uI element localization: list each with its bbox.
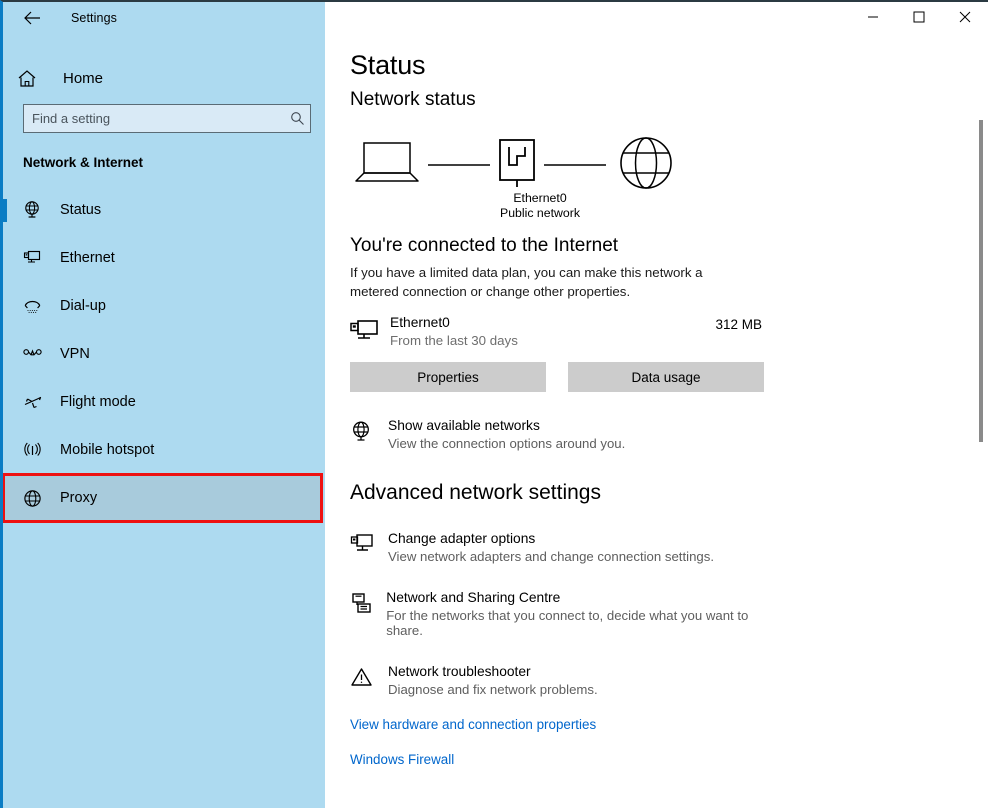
action-buttons: Properties Data usage: [350, 362, 988, 392]
search-icon[interactable]: [284, 111, 310, 126]
change-adapter-options-item[interactable]: Change adapter options View network adap…: [350, 531, 770, 564]
sidebar: Settings Home Network & Internet: [3, 2, 325, 808]
show-available-networks-subtitle: View the connection options around you.: [388, 436, 625, 451]
sidebar-item-proxy[interactable]: Proxy: [3, 474, 322, 522]
back-arrow-icon: [24, 11, 41, 25]
sidebar-category-title: Network & Internet: [23, 155, 325, 170]
hotspot-icon: [17, 440, 47, 461]
close-button[interactable]: [942, 2, 988, 32]
search-box[interactable]: [23, 104, 311, 133]
network-sharing-centre-subtitle: For the networks that you connect to, de…: [386, 608, 770, 638]
globe-icon: [350, 418, 388, 449]
sidebar-item-vpn[interactable]: VPN: [3, 330, 325, 378]
ethernet-monitor-icon: [350, 315, 390, 348]
settings-window: Settings Home Network & Internet: [0, 0, 988, 808]
change-adapter-options-subtitle: View network adapters and change connect…: [388, 549, 714, 564]
sidebar-item-dialup-label: Dial-up: [60, 298, 106, 314]
search-input[interactable]: [24, 111, 284, 126]
change-adapter-options-text: Change adapter options View network adap…: [388, 531, 714, 564]
maximize-button[interactable]: [896, 2, 942, 32]
sidebar-item-status-label: Status: [60, 202, 101, 218]
connection-description: If you have a limited data plan, you can…: [350, 263, 735, 301]
minimize-button[interactable]: [850, 2, 896, 32]
adapter-name: Ethernet0: [390, 315, 715, 330]
show-available-networks-item[interactable]: Show available networks View the connect…: [350, 418, 770, 451]
home-icon: [17, 69, 51, 88]
sidebar-item-dialup[interactable]: Dial-up: [3, 282, 325, 330]
sidebar-item-ethernet[interactable]: Ethernet: [3, 234, 325, 282]
connection-heading: You're connected to the Internet: [350, 235, 988, 257]
adapter-period: From the last 30 days: [390, 333, 715, 348]
network-diagram: Ethernet0 Public network: [350, 135, 988, 223]
network-troubleshooter-text: Network troubleshooter Diagnose and fix …: [388, 664, 598, 697]
warning-triangle-icon: [350, 664, 388, 695]
sidebar-item-home[interactable]: Home: [3, 56, 325, 100]
sidebar-item-vpn-label: VPN: [60, 346, 90, 362]
sidebar-item-mobile-hotspot[interactable]: Mobile hotspot: [3, 426, 325, 474]
maximize-icon: [913, 11, 925, 23]
sidebar-item-mobile-hotspot-label: Mobile hotspot: [60, 442, 154, 458]
titlebar-left: Settings: [3, 2, 325, 34]
diagram-adapter-name: Ethernet0: [460, 191, 620, 206]
adapter-summary: Ethernet0 From the last 30 days 312 MB: [350, 315, 762, 348]
vpn-icon: [17, 344, 47, 365]
vertical-scrollbar[interactable]: [979, 120, 983, 442]
sidebar-item-home-label: Home: [63, 70, 103, 87]
ethernet-icon: [17, 248, 47, 269]
sidebar-item-ethernet-label: Ethernet: [60, 250, 115, 266]
sidebar-item-proxy-label: Proxy: [60, 490, 97, 506]
minimize-icon: [867, 11, 879, 23]
data-usage-button[interactable]: Data usage: [568, 362, 764, 392]
advanced-settings-heading: Advanced network settings: [350, 481, 988, 505]
adapter-options-icon: [350, 531, 388, 562]
airplane-icon: [17, 392, 47, 413]
globe-icon: [17, 488, 47, 509]
globe-icon: [621, 138, 671, 188]
globe-monitor-icon: [17, 200, 47, 221]
network-sharing-centre-text: Network and Sharing Centre For the netwo…: [386, 590, 770, 638]
dialup-icon: [17, 296, 47, 317]
sidebar-item-status[interactable]: Status: [3, 186, 325, 234]
adapter-text: Ethernet0 From the last 30 days: [390, 315, 715, 348]
app-title: Settings: [71, 11, 117, 25]
laptop-icon: [356, 143, 418, 181]
show-available-networks-text: Show available networks View the connect…: [388, 418, 625, 451]
network-sharing-centre-title: Network and Sharing Centre: [386, 590, 770, 605]
sidebar-item-flight-mode-label: Flight mode: [60, 394, 136, 410]
sharing-centre-icon: [350, 590, 386, 621]
back-button[interactable]: [15, 3, 49, 33]
network-troubleshooter-subtitle: Diagnose and fix network problems.: [388, 682, 598, 697]
network-sharing-centre-item[interactable]: Network and Sharing Centre For the netwo…: [350, 590, 770, 638]
main-content: Status Network status: [325, 50, 988, 767]
properties-button[interactable]: Properties: [350, 362, 546, 392]
change-adapter-options-title: Change adapter options: [388, 531, 714, 546]
diagram-caption: Ethernet0 Public network: [460, 191, 620, 221]
main-panel: Status Network status: [325, 2, 988, 808]
sidebar-item-flight-mode[interactable]: Flight mode: [3, 378, 325, 426]
network-troubleshooter-title: Network troubleshooter: [388, 664, 598, 679]
close-icon: [959, 11, 971, 23]
adapter-usage: 312 MB: [715, 315, 762, 332]
windows-firewall-link[interactable]: Windows Firewall: [350, 752, 988, 767]
network-troubleshooter-item[interactable]: Network troubleshooter Diagnose and fix …: [350, 664, 770, 697]
diagram-network-type: Public network: [460, 206, 620, 221]
show-available-networks-title: Show available networks: [388, 418, 625, 433]
window-controls: [325, 2, 988, 34]
page-title: Status: [350, 50, 988, 81]
sidebar-nav: Status Ethernet: [3, 186, 325, 522]
network-port-icon: [500, 140, 534, 187]
page-subtitle: Network status: [350, 89, 988, 111]
view-hardware-properties-link[interactable]: View hardware and connection properties: [350, 717, 988, 732]
